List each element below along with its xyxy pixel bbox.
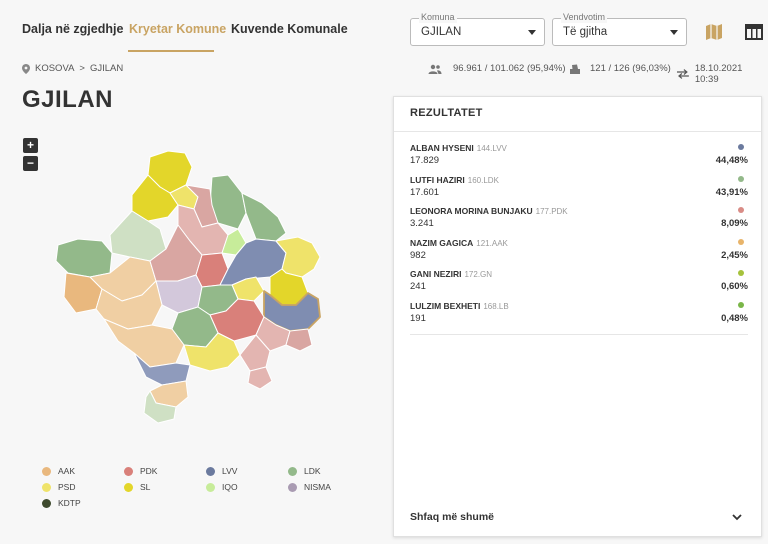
- legend-item[interactable]: LDK: [288, 466, 321, 476]
- candidate-row[interactable]: NAZIM GAGICA 121.AAK 982 2,45%: [410, 236, 748, 268]
- tab-assembly[interactable]: Kuvende Komunale: [231, 22, 348, 36]
- legend-item[interactable]: PDK: [124, 466, 157, 476]
- legend-item[interactable]: IQO: [206, 482, 238, 492]
- stations-stat: 121 / 126 (96,03%): [569, 63, 671, 74]
- vendvotim-select-label: Vendvotim: [561, 12, 608, 23]
- candidate-name: LULZIM BEXHETI: [410, 300, 481, 311]
- chevron-down-icon[interactable]: [731, 511, 743, 523]
- candidate-percent: 43,91%: [715, 186, 748, 198]
- candidate-name: GANI NEZIRI: [410, 269, 462, 279]
- party-dot: [738, 301, 744, 308]
- candidate-name: ALBAN HYSENI: [410, 143, 474, 153]
- updated-value: 18.10.2021 10:39: [694, 63, 743, 85]
- party-dot: [738, 207, 744, 213]
- candidate-row[interactable]: LEONORA MORINA BUNJAKU 177.PDK 3.241 8,09…: [410, 204, 748, 236]
- candidate-votes: 17.829: [410, 155, 440, 166]
- show-more-button[interactable]: Shfaq më shumë: [410, 511, 494, 523]
- table-view-icon[interactable]: [744, 22, 764, 42]
- results-header: REZULTATET: [394, 97, 761, 132]
- page-title: GJILAN: [22, 86, 114, 113]
- candidate-votes: 17.601: [410, 186, 440, 198]
- map-view-icon[interactable]: [704, 22, 724, 42]
- turnout-value: 96.961 / 101.062 (95,94%): [453, 63, 566, 74]
- candidate-row[interactable]: LULZIM BEXHETI 168.LB 191 0,48%: [410, 299, 748, 331]
- komuna-select-value: GJILAN: [421, 26, 462, 38]
- candidate-percent: 2,45%: [721, 249, 748, 261]
- party-dot: [738, 144, 744, 150]
- legend-item[interactable]: AAK: [42, 466, 75, 476]
- candidate-votes: 982: [410, 249, 426, 261]
- candidate-row[interactable]: ALBAN HYSENI 144.LVV 17.829 44,48%: [410, 141, 748, 173]
- updated-stat: 18.10.2021 10:39: [676, 63, 768, 85]
- top-bar: Dalja në zgjedhje Kryetar Komune Kuvende…: [0, 0, 768, 56]
- breadcrumb-separator: >: [79, 63, 85, 74]
- candidate-code: 168.LB: [483, 301, 509, 311]
- legend-dot: [42, 482, 51, 492]
- map-municipality: [247, 366, 273, 390]
- candidate-code: 160.LDK: [467, 175, 499, 185]
- breadcrumb-current: GJILAN: [89, 63, 124, 74]
- legend-dot: [288, 482, 297, 492]
- candidate-percent: 44,48%: [715, 155, 748, 166]
- legend-dot: [206, 482, 215, 492]
- breadcrumb: KOSOVA > GJILAN: [22, 63, 123, 74]
- ballot-box-icon: [570, 64, 580, 74]
- kosovo-municipality-map[interactable]: [50, 145, 350, 425]
- candidate-code: 121.AAK: [476, 238, 508, 248]
- legend-item[interactable]: LVV: [206, 466, 237, 476]
- zoom-in-button[interactable]: +: [23, 138, 38, 153]
- active-tab-indicator: [128, 50, 214, 52]
- legend-dot: [42, 466, 51, 476]
- sync-arrows-icon: [676, 69, 689, 79]
- tab-mayor[interactable]: Kryetar Komune: [129, 22, 226, 36]
- map-municipality: [285, 328, 313, 352]
- vendvotim-select-value: Të gjitha: [563, 26, 608, 38]
- results-panel: REZULTATET ALBAN HYSENI 144.LVV 17.829 44…: [393, 96, 762, 537]
- legend-dot: [288, 466, 297, 476]
- candidate-row[interactable]: GANI NEZIRI 172.GN 241 0,60%: [410, 267, 748, 299]
- candidate-name: NAZIM GAGICA: [410, 237, 474, 248]
- zoom-out-button[interactable]: −: [23, 156, 38, 171]
- tab-turnout[interactable]: Dalja në zgjedhje: [22, 22, 123, 36]
- map-municipality: [241, 192, 287, 242]
- candidate-votes: 241: [410, 281, 426, 292]
- legend-dot: [206, 466, 215, 476]
- komuna-select-label: Komuna: [419, 12, 457, 23]
- candidate-percent: 8,09%: [721, 218, 748, 229]
- candidate-row[interactable]: LUTFI HAZIRI 160.LDK 17.601 43,91%: [410, 173, 748, 205]
- candidate-code: 144.LVV: [476, 144, 507, 153]
- candidate-votes: 3.241: [410, 218, 434, 229]
- legend-item[interactable]: NISMA: [288, 482, 331, 492]
- candidate-name: LUTFI HAZIRI: [410, 174, 465, 185]
- candidate-percent: 0,48%: [721, 312, 748, 324]
- komuna-select[interactable]: Komuna GJILAN: [410, 12, 545, 46]
- legend-item[interactable]: PSD: [42, 482, 75, 492]
- legend-dot: [42, 498, 51, 508]
- breadcrumb-root[interactable]: KOSOVA: [35, 63, 74, 74]
- map-municipality: [155, 274, 203, 314]
- map-municipality: [55, 238, 113, 278]
- candidate-votes: 191: [410, 312, 426, 324]
- candidate-name: LEONORA MORINA BUNJAKU: [410, 206, 533, 216]
- party-dot: [738, 270, 744, 276]
- legend-item[interactable]: KDTP: [42, 498, 81, 508]
- legend-item[interactable]: SL: [124, 482, 150, 492]
- party-dot: [738, 238, 744, 245]
- map-municipality: [103, 318, 185, 368]
- stations-value: 121 / 126 (96,03%): [590, 63, 671, 74]
- candidate-code: 172.GN: [464, 270, 493, 279]
- candidate-code: 177.PDK: [535, 207, 568, 216]
- candidate-percent: 0,60%: [721, 281, 748, 292]
- legend-dot: [124, 482, 133, 492]
- results-list: ALBAN HYSENI 144.LVV 17.829 44,48% LUTFI …: [410, 141, 748, 335]
- vendvotim-select[interactable]: Vendvotim Të gjitha: [552, 12, 687, 46]
- people-icon: [428, 64, 442, 74]
- party-dot: [738, 175, 744, 182]
- location-pin-icon: [22, 63, 30, 74]
- caret-down-icon: [670, 30, 678, 35]
- turnout-stat: 96.961 / 101.062 (95,94%): [428, 63, 566, 74]
- legend-dot: [124, 466, 133, 476]
- caret-down-icon: [528, 30, 536, 35]
